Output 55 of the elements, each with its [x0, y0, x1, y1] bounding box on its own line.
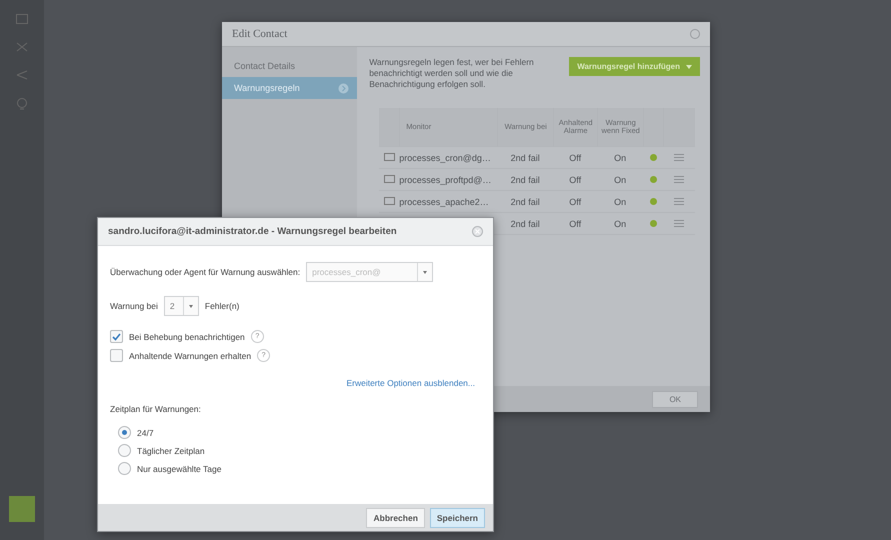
- save-button[interactable]: Speichern: [430, 508, 485, 528]
- dialog-title: sandro.lucifora@it-administrator.de - Warnungsregel bearbeiten: [108, 226, 397, 237]
- field-label: Fehler(n): [204, 301, 240, 311]
- table-cell-text: Off: [568, 152, 582, 163]
- cancel-button[interactable]: Abbrechen: [366, 508, 425, 528]
- monitor-icon: [384, 197, 395, 206]
- table-cell-text: Off: [568, 174, 582, 185]
- checkbox[interactable]: [110, 349, 123, 362]
- radio-label: Täglicher Zeitplan: [137, 446, 205, 456]
- table-cell-text: On: [613, 196, 628, 207]
- add-rule-button[interactable]: Warnungsregel hinzufügen: [569, 57, 700, 76]
- close-icon[interactable]: [472, 226, 483, 237]
- menu-icon[interactable]: [674, 154, 684, 162]
- sidebar-item[interactable]: Contact Details: [222, 55, 358, 77]
- table-cell-text: On: [613, 174, 628, 185]
- checkbox[interactable]: [110, 330, 123, 343]
- table-cell-text: 2nd fail: [510, 218, 541, 229]
- advanced-options-link[interactable]: Erweiterte Optionen ausblenden...: [346, 378, 475, 388]
- ok-button[interactable]: OK: [652, 390, 698, 408]
- radio-label: Nur ausgewählte Tage: [137, 464, 222, 474]
- table-cell-text: 2nd fail: [510, 152, 541, 163]
- radio-button[interactable]: [118, 426, 131, 439]
- menu-icon[interactable]: [674, 220, 684, 228]
- radio-button[interactable]: [118, 462, 131, 475]
- checkbox-label: Anhaltende Warnungen erhalten: [129, 350, 252, 360]
- table-cell-text: On: [613, 152, 628, 163]
- table-cell-text: processes_cron@dg…: [399, 152, 492, 163]
- field-label: Überwachung oder Agent für Warnung auswählen:: [110, 267, 300, 277]
- chevron-icon: [338, 82, 350, 94]
- table-cell-text: 2nd fail: [510, 174, 541, 185]
- table-cell-text: Off: [568, 218, 582, 229]
- count-select[interactable]: 2: [164, 296, 199, 316]
- menu-icon[interactable]: [674, 176, 684, 184]
- monitor-icon: [384, 175, 395, 184]
- checkbox-label: Bei Behebung benachrichtigen: [129, 332, 245, 342]
- lightbulb-icon[interactable]: [16, 98, 28, 112]
- table-cell-text: On: [613, 218, 628, 229]
- table-cell-text: processes_apache2…: [399, 196, 490, 207]
- sidebar-item[interactable]: Warnungsregeln: [222, 77, 358, 99]
- intro-text: Warnungsregeln legen fest, wer bei Fehlern benachrichtigt werden soll und wie die Benachrichtigung erfolgen soll.: [369, 57, 535, 90]
- radio-dot-icon: [122, 430, 127, 435]
- table-cell-text: 2nd fail: [510, 196, 541, 207]
- app-tile[interactable]: [9, 496, 35, 522]
- caret-icon: [686, 64, 692, 68]
- field-label: Warnung bei: [110, 301, 158, 311]
- section-label: Zeitplan für Warnungen:: [110, 404, 202, 414]
- cross-icon[interactable]: [16, 42, 28, 52]
- radio-label: 24/7: [137, 428, 154, 438]
- table-cell-text: processes_proftpd@…: [399, 174, 492, 185]
- monitor-icon: [384, 153, 395, 162]
- radio-button[interactable]: [118, 444, 131, 457]
- table-cell-text: Off: [568, 196, 582, 207]
- menu-icon[interactable]: [674, 198, 684, 206]
- dialog-title: Edit Contact: [232, 28, 288, 40]
- close-icon[interactable]: [690, 29, 700, 39]
